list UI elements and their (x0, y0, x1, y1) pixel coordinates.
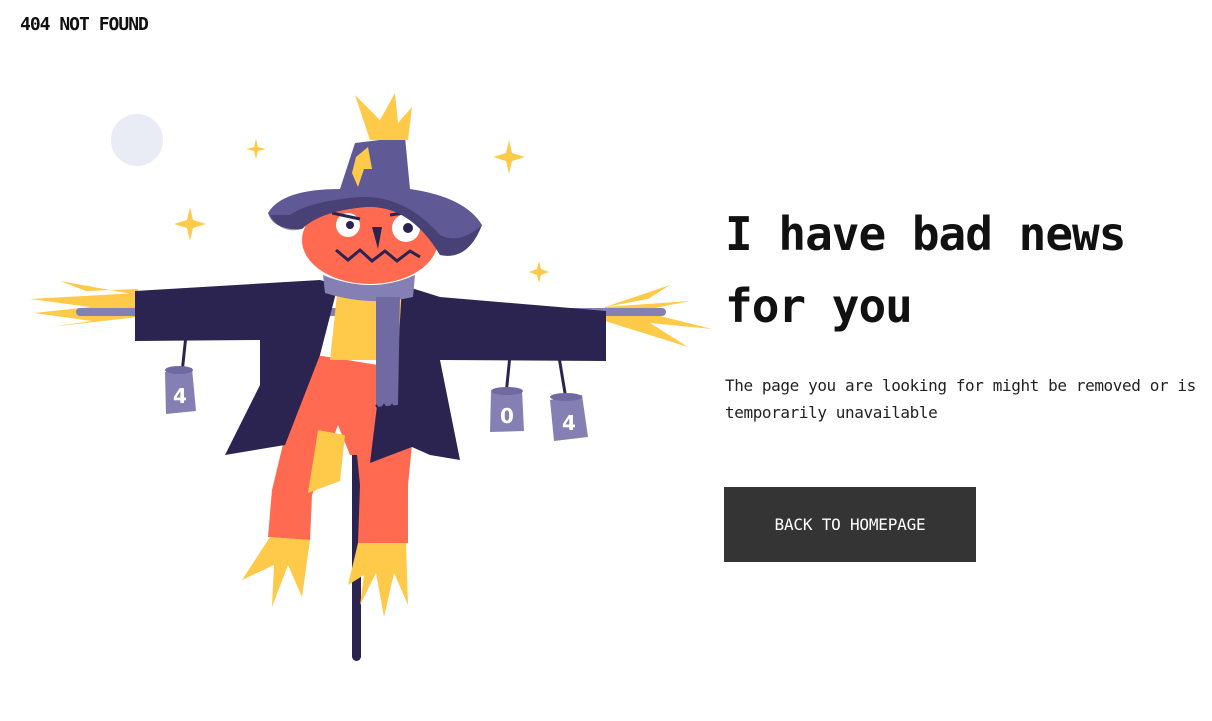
sparkle-icon (493, 140, 525, 174)
moon-icon (111, 114, 163, 166)
svg-text:4: 4 (562, 411, 576, 435)
scarecrow-illustration: 4 0 4 (30, 93, 712, 661)
back-to-homepage-button[interactable]: BACK TO HOMEPAGE (724, 487, 976, 562)
left-hand-straw (30, 281, 138, 327)
can-4-left: 4 (165, 366, 196, 414)
can-4-right: 4 (550, 393, 588, 441)
page-title: I have bad news for you (725, 207, 1126, 333)
can-0: 0 (490, 387, 524, 432)
sparkle-icon (246, 139, 266, 159)
not-found-page: 404 NOT FOUND 4 0 4 I have bad news for … (0, 0, 1212, 721)
sparkle-icon (529, 261, 549, 283)
brand-logo[interactable]: 404 NOT FOUND (20, 14, 149, 35)
error-description: The page you are looking for might be re… (725, 376, 1196, 422)
svg-text:0: 0 (500, 404, 514, 428)
error-message-panel: I have bad news for you The page you are… (725, 198, 1205, 426)
svg-text:4: 4 (173, 384, 187, 408)
left-foot-straw (242, 537, 310, 607)
sparkle-icon (174, 207, 206, 241)
